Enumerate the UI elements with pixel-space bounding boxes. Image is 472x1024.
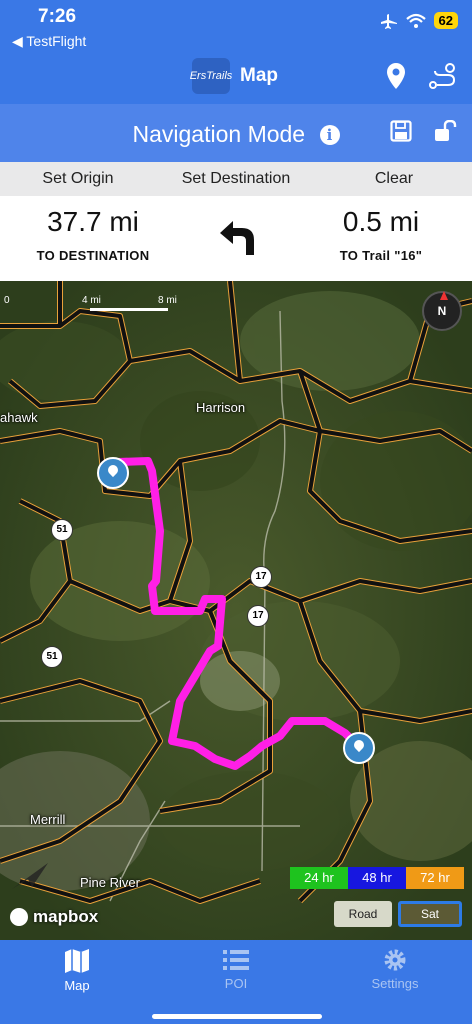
place-pine-river: Pine River — [80, 875, 140, 890]
clear-button[interactable]: Clear — [316, 162, 472, 196]
map-type-satellite[interactable]: Sat — [398, 901, 462, 927]
list-icon — [223, 950, 249, 970]
back-to-testflight[interactable]: ◀ TestFlight — [12, 33, 86, 50]
mapbox-logo-icon — [10, 908, 28, 926]
app-header: 7:26 ◀ TestFlight 62 ErsTrails Map — [0, 0, 472, 104]
airplane-icon — [380, 13, 397, 29]
info-icon[interactable]: i — [319, 125, 340, 145]
tab-poi-label: POI — [224, 976, 248, 991]
trail-distance: 0.5 mi TO Trail "16" — [326, 206, 436, 263]
home-indicator — [152, 1014, 322, 1019]
scale-zero: 0 — [4, 295, 10, 306]
app-title: ErsTrails Map — [190, 58, 278, 94]
destination-distance-value: 37.7 mi — [47, 206, 139, 237]
nav-actions — [390, 120, 458, 142]
gear-icon — [384, 949, 406, 971]
page-title: Map — [240, 65, 278, 86]
map-icon — [65, 949, 89, 973]
tab-settings-label: Settings — [371, 976, 419, 991]
map-scale: 0 4 mi 8 mi — [0, 293, 180, 313]
header-actions — [386, 62, 458, 90]
battery-badge: 62 — [433, 12, 458, 29]
route-actions-row: Set Origin Set Destination Clear — [0, 162, 472, 196]
map-type-toggle: Road Sat — [334, 901, 462, 927]
place-harrison: Harrison — [196, 400, 246, 415]
map-view[interactable]: 0 4 mi 8 mi N Harrison ahawk Merrill Pin… — [0, 281, 472, 940]
wifi-icon — [405, 13, 426, 28]
navigation-mode-label: Navigation Mode — [132, 121, 306, 147]
us-51-shield-north: 51 — [51, 519, 73, 541]
turn-left-arrow-icon — [220, 221, 254, 255]
satellite-map — [0, 281, 472, 940]
save-icon[interactable] — [390, 120, 412, 142]
snow-report-legend: 24 hr 48 hr 72 hr — [290, 867, 464, 889]
legend-48hr[interactable]: 48 hr — [348, 867, 406, 889]
tab-settings[interactable]: Settings — [335, 948, 455, 991]
status-icons: 62 — [380, 12, 458, 29]
trail-distance-label: TO Trail "16" — [339, 248, 423, 263]
unlock-icon[interactable] — [434, 120, 458, 142]
tab-poi[interactable]: POI — [176, 948, 296, 991]
destination-pin-marker[interactable] — [343, 732, 375, 764]
mapbox-attribution[interactable]: mapbox — [10, 907, 98, 927]
origin-pin-marker[interactable] — [97, 457, 129, 489]
distance-panel: 37.7 mi TO DESTINATION 0.5 mi TO Trail "… — [0, 196, 472, 281]
scale-bar — [90, 308, 168, 311]
set-origin-button[interactable]: Set Origin — [0, 162, 156, 196]
us-51-shield-south: 51 — [41, 646, 63, 668]
app-logo: ErsTrails — [190, 58, 232, 94]
user-direction-arrow-icon — [12, 863, 48, 889]
compass-button[interactable]: N — [422, 291, 462, 331]
scale-4mi: 4 mi — [82, 295, 101, 306]
route-17-shield-south: 17 — [247, 605, 269, 627]
map-type-road[interactable]: Road — [334, 901, 392, 927]
tab-bar: Map POI Settings — [0, 940, 472, 1024]
route-icon[interactable] — [428, 62, 458, 90]
set-destination-button[interactable]: Set Destination — [156, 162, 316, 196]
tab-map-label: Map — [64, 978, 90, 993]
legend-72hr[interactable]: 72 hr — [406, 867, 464, 889]
place-tomahawk: ahawk — [0, 410, 38, 425]
scale-8mi: 8 mi — [158, 295, 177, 306]
navigation-mode-bar: Navigation Mode i — [0, 104, 472, 162]
mapbox-label: mapbox — [33, 907, 99, 926]
tab-map[interactable]: Map — [17, 948, 137, 993]
location-pin-icon[interactable] — [386, 62, 406, 90]
place-merrill: Merrill — [30, 812, 66, 827]
trail-distance-value: 0.5 mi — [342, 206, 420, 237]
destination-distance-label: TO DESTINATION — [36, 248, 150, 263]
route-17-shield-north: 17 — [250, 566, 272, 588]
destination-distance: 37.7 mi TO DESTINATION — [26, 206, 160, 263]
status-time: 7:26 — [38, 6, 77, 27]
legend-24hr[interactable]: 24 hr — [290, 867, 348, 889]
